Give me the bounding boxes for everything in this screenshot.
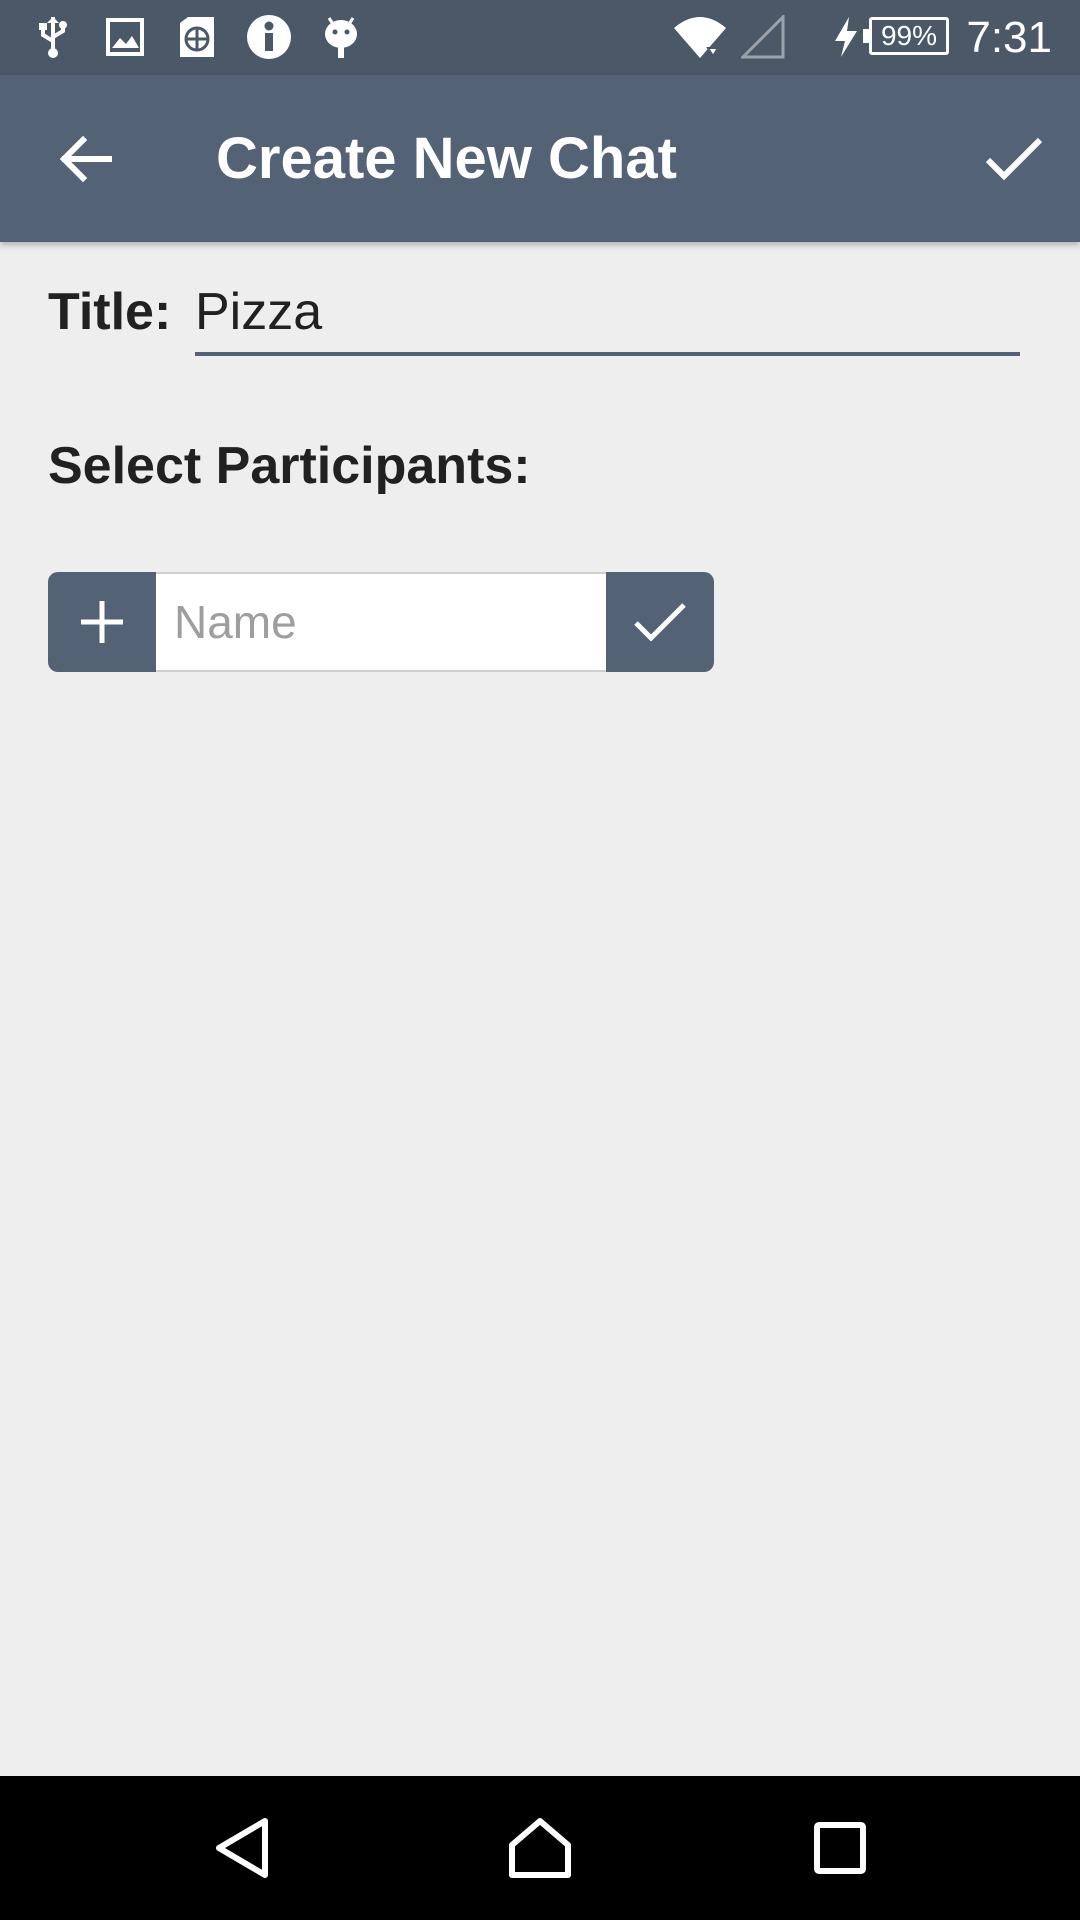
signal-icon (740, 14, 786, 60)
plus-icon (81, 601, 123, 643)
battery-level: 99% (880, 20, 938, 51)
back-triangle-icon (216, 1818, 268, 1878)
check-icon (634, 603, 686, 642)
info-icon (246, 14, 292, 60)
nav-recents-button[interactable] (790, 1798, 890, 1898)
title-input[interactable] (195, 272, 1020, 356)
charging-icon (826, 14, 866, 60)
nav-back-button[interactable] (191, 1798, 291, 1898)
participants-label: Select Participants: (48, 437, 531, 495)
home-icon (509, 1818, 571, 1878)
status-time: 7:31 (966, 13, 1052, 62)
participant-input-row (48, 572, 714, 672)
title-label: Title: (48, 283, 172, 341)
create-chat-button[interactable] (974, 119, 1054, 199)
usb-icon (30, 14, 76, 60)
wifi-icon (672, 14, 728, 60)
android-icon (318, 14, 364, 60)
confirm-participant-button[interactable] (606, 572, 714, 672)
status-bar: 99% 7:31 (0, 0, 1080, 75)
image-icon (102, 14, 148, 60)
nav-home-button[interactable] (490, 1798, 590, 1898)
globe-sim-icon (174, 14, 220, 60)
check-icon (985, 137, 1043, 181)
back-button[interactable] (46, 119, 126, 199)
navigation-bar (0, 1776, 1080, 1920)
arrow-back-icon (59, 135, 112, 183)
add-participant-button[interactable] (48, 572, 156, 672)
participant-name-input[interactable] (156, 572, 606, 672)
page-title: Create New Chat (216, 126, 677, 191)
app-bar: Create New Chat (0, 75, 1080, 242)
recents-icon (814, 1822, 866, 1874)
battery-icon: 99% (863, 17, 949, 55)
